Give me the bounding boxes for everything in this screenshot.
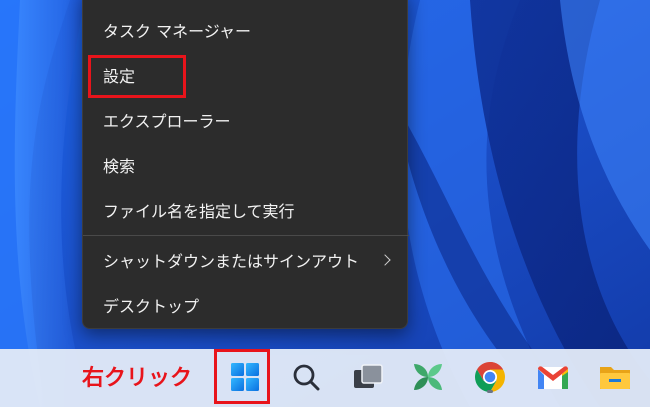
menu-item-label: デスクトップ: [103, 297, 200, 316]
menu-item-label: タスク マネージャー: [103, 22, 251, 41]
chrome-button[interactable]: [472, 359, 508, 395]
menu-item-run[interactable]: ファイル名を指定して実行: [83, 189, 409, 231]
chrome-icon: [474, 362, 506, 392]
task-view-button[interactable]: [350, 359, 386, 395]
menu-item-shutdown-signout[interactable]: シャットダウンまたはサインアウト: [83, 239, 409, 281]
file-explorer-icon: [600, 367, 630, 389]
menu-item-label: シャットダウンまたはサインアウト: [103, 252, 360, 271]
menu-item-desktop[interactable]: デスクトップ: [83, 284, 409, 326]
menu-item-file-explorer[interactable]: エクスプローラー: [83, 99, 409, 141]
gmail-icon: [538, 366, 568, 389]
menu-item-task-manager[interactable]: タスク マネージャー: [83, 9, 409, 51]
running-indicator: [487, 390, 493, 393]
start-highlight-box: [214, 349, 270, 404]
chevron-right-icon: [379, 254, 391, 266]
gmail-button[interactable]: [535, 359, 571, 395]
file-explorer-button[interactable]: [597, 359, 633, 395]
widgets-icon: [414, 364, 442, 390]
right-click-annotation: 右クリック: [82, 366, 193, 391]
menu-item-label: エクスプローラー: [103, 112, 231, 131]
search-icon: [293, 364, 320, 391]
taskbar-search-button[interactable]: [288, 359, 324, 395]
menu-item-label: 検索: [103, 157, 136, 176]
menu-divider: [83, 235, 409, 236]
task-view-icon: [354, 364, 383, 388]
menu-item-search[interactable]: 検索: [83, 144, 409, 186]
settings-highlight-box: [88, 55, 186, 98]
menu-item-label: ファイル名を指定して実行: [103, 202, 295, 221]
start-context-menu: タスク マネージャー 設定 エクスプローラー 検索 ファイル名を指定して実行 シ…: [82, 0, 409, 329]
widgets-button[interactable]: [410, 359, 446, 395]
